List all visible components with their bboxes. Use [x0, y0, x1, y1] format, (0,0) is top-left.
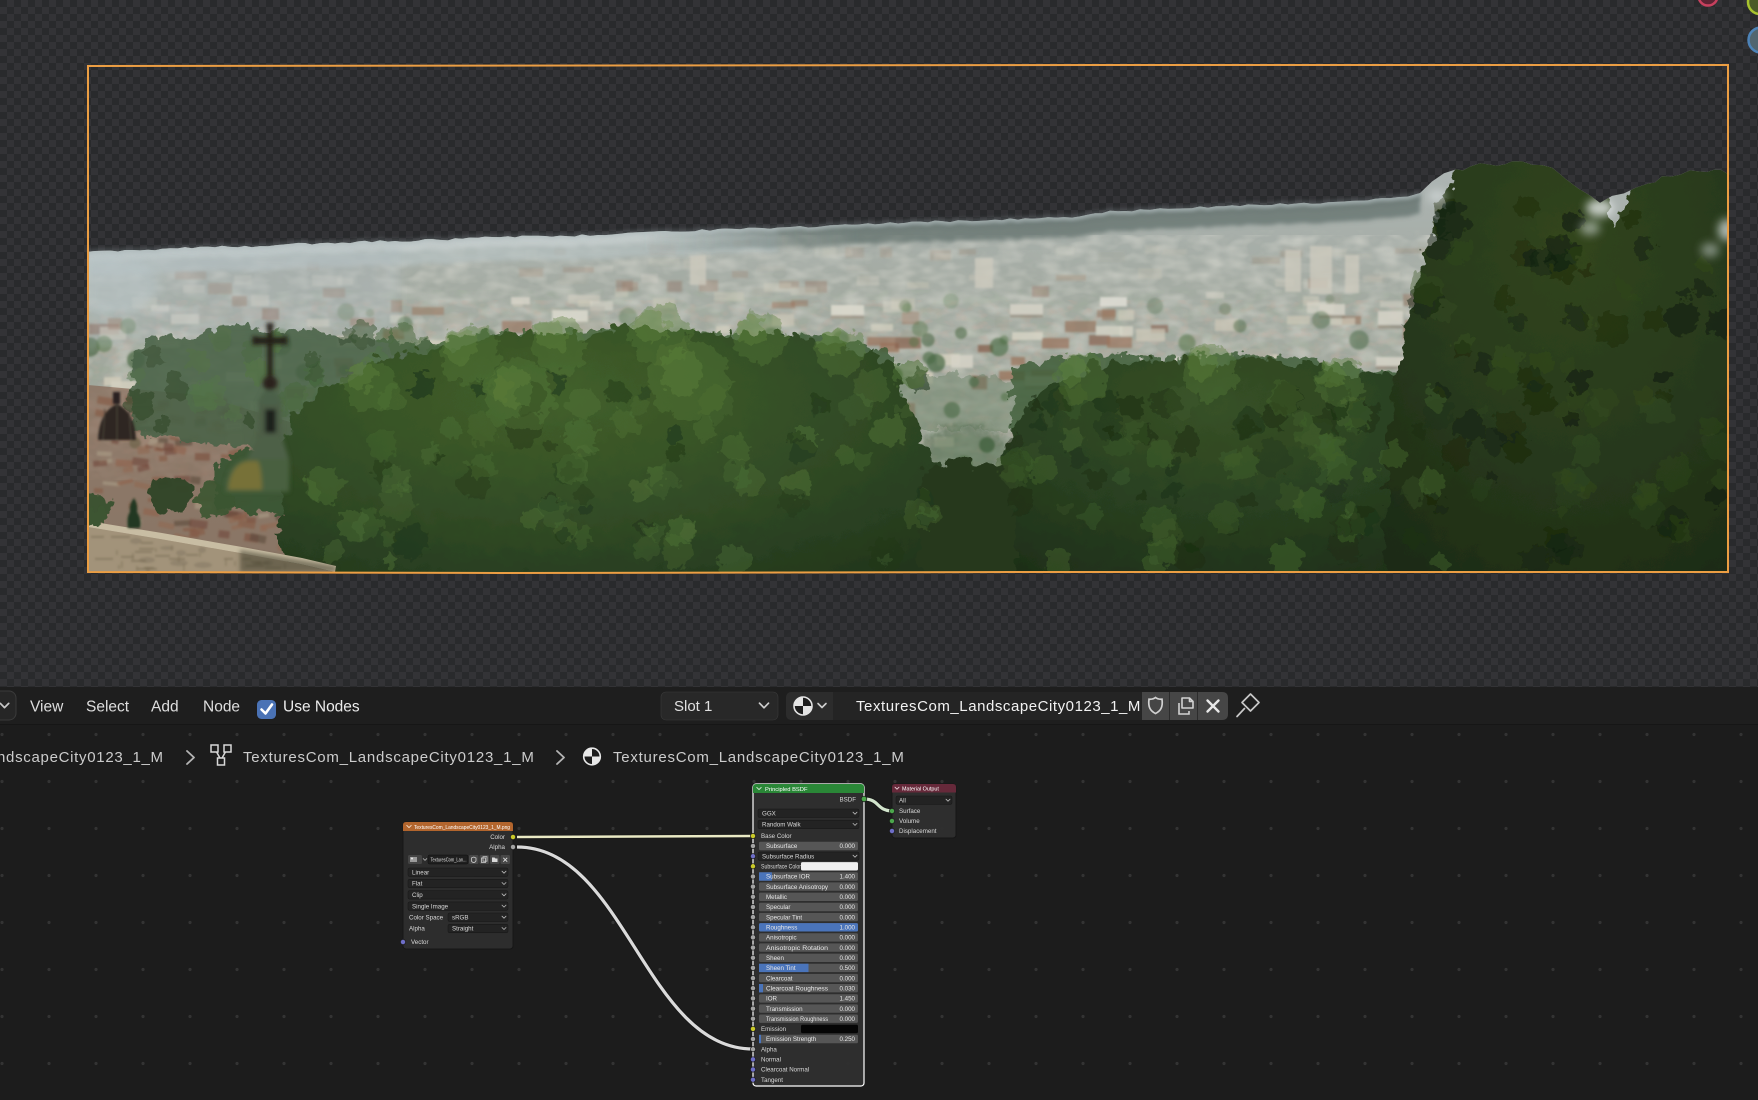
svg-text:0.000: 0.000 [840, 884, 856, 891]
svg-text:0.000: 0.000 [840, 975, 856, 982]
svg-text:Clearcoat Normal: Clearcoat Normal [761, 1067, 809, 1074]
svg-text:0.030: 0.030 [840, 985, 856, 992]
svg-text:Node: Node [203, 699, 240, 716]
svg-text:TexturesCom_Lan...: TexturesCom_Lan... [431, 858, 467, 864]
svg-text:0.000: 0.000 [840, 1006, 856, 1013]
svg-text:Linear: Linear [412, 869, 429, 876]
svg-text:0.000: 0.000 [840, 945, 856, 952]
svg-text:Clearcoat Roughness: Clearcoat Roughness [766, 985, 828, 992]
svg-text:IOR: IOR [766, 996, 778, 1003]
svg-text:0.000: 0.000 [840, 914, 856, 921]
svg-text:Principled BSDF: Principled BSDF [765, 787, 808, 793]
svg-text:Alpha: Alpha [761, 1046, 777, 1053]
svg-text:0.250: 0.250 [840, 1036, 856, 1043]
svg-text:0.000: 0.000 [840, 1016, 856, 1023]
svg-text:1.450: 1.450 [840, 996, 856, 1003]
svg-text:0.000: 0.000 [840, 935, 856, 942]
svg-text:0.000: 0.000 [840, 955, 856, 962]
svg-text:Alpha: Alpha [409, 926, 425, 933]
svg-text:Clip: Clip [412, 892, 423, 899]
svg-text:Clearcoat: Clearcoat [766, 975, 793, 982]
svg-text:All: All [899, 797, 906, 804]
svg-text:Anisotropic Rotation: Anisotropic Rotation [766, 945, 829, 952]
svg-text:1.000: 1.000 [840, 925, 856, 932]
svg-text:Slot 1: Slot 1 [674, 698, 712, 715]
svg-text:Material Output: Material Output [902, 787, 939, 793]
svg-text:Color Space: Color Space [409, 914, 444, 921]
svg-text:Surface: Surface [899, 808, 921, 815]
svg-text:Metallic: Metallic [766, 894, 787, 901]
svg-text:Specular Tint: Specular Tint [766, 914, 802, 921]
svg-text:TexturesCom_LandscapeCity0123_: TexturesCom_LandscapeCity0123_1_M [243, 749, 535, 766]
svg-text:Single Image: Single Image [412, 903, 449, 910]
svg-text:Emission: Emission [761, 1026, 787, 1033]
svg-text:Transmission Roughness: Transmission Roughness [766, 1016, 828, 1023]
svg-text:sRGB: sRGB [452, 914, 469, 921]
svg-text:Subsurface Color: Subsurface Color [761, 864, 801, 871]
svg-text:Normal: Normal [761, 1057, 781, 1064]
svg-text:TexturesCom_LandscapeCity0123_: TexturesCom_LandscapeCity0123_1_M [613, 749, 905, 766]
svg-text:TexturesCom_LandscapeCity0123_: TexturesCom_LandscapeCity0123_1_M.png [414, 825, 510, 831]
svg-text:Straight: Straight [452, 926, 474, 933]
svg-text:Vector: Vector [411, 939, 429, 946]
svg-text:Transmission: Transmission [766, 1006, 803, 1013]
svg-text:Specular: Specular [766, 904, 790, 911]
svg-text:0.000: 0.000 [840, 843, 856, 850]
svg-text:GGX: GGX [762, 810, 776, 817]
svg-text:Sheen Tint: Sheen Tint [766, 965, 796, 972]
svg-text:Base Color: Base Color [761, 833, 792, 840]
svg-text:Random Walk: Random Walk [762, 822, 802, 829]
svg-text:0.000: 0.000 [840, 904, 856, 911]
svg-text:0.000: 0.000 [840, 894, 856, 901]
svg-text:Add: Add [151, 699, 179, 716]
svg-text:ndscapeCity0123_1_M: ndscapeCity0123_1_M [0, 749, 164, 766]
svg-text:1.400: 1.400 [840, 874, 856, 881]
svg-text:TexturesCom_LandscapeCity0123_: TexturesCom_LandscapeCity0123_1_M [856, 698, 1141, 715]
svg-text:View: View [30, 699, 64, 716]
svg-text:Subsurface Radius: Subsurface Radius [762, 853, 814, 860]
svg-text:Sheen: Sheen [766, 955, 784, 962]
svg-text:Use Nodes: Use Nodes [283, 699, 360, 716]
svg-text:0.500: 0.500 [840, 965, 856, 972]
svg-text:Flat: Flat [412, 881, 423, 888]
svg-text:Select: Select [86, 699, 130, 716]
svg-text:Anisotropic: Anisotropic [766, 935, 797, 942]
svg-text:Volume: Volume [899, 818, 920, 825]
svg-text:BSDF: BSDF [839, 797, 856, 804]
svg-text:Subsurface Anisotropy: Subsurface Anisotropy [766, 884, 829, 891]
svg-text:Subsurface IOR: Subsurface IOR [766, 874, 811, 881]
svg-text:Alpha: Alpha [489, 844, 505, 851]
svg-text:Subsurface: Subsurface [766, 843, 798, 850]
svg-text:Color: Color [490, 834, 505, 841]
svg-text:Tangent: Tangent [761, 1077, 783, 1084]
svg-text:Emission Strength: Emission Strength [766, 1036, 817, 1043]
svg-text:Roughness: Roughness [766, 925, 797, 932]
svg-text:Displacement: Displacement [899, 828, 937, 835]
